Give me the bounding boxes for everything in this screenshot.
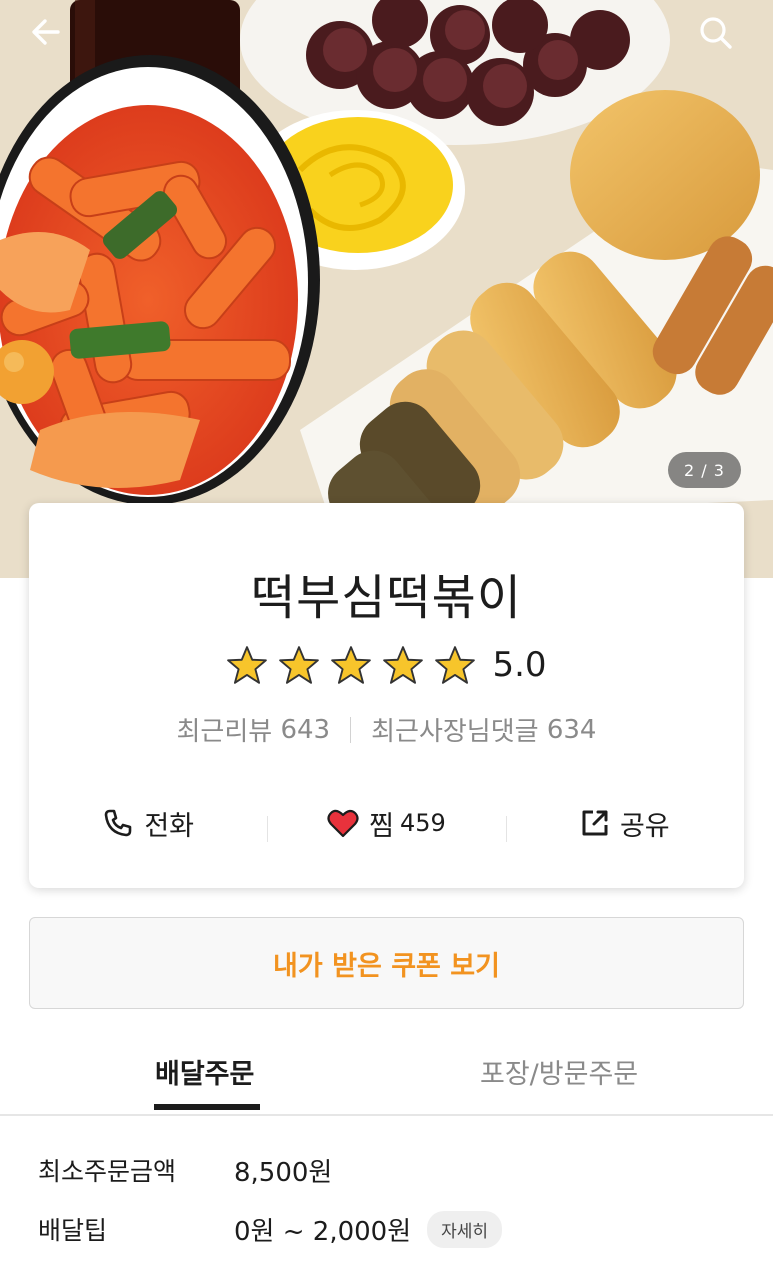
- delivery-tip-label: 배달팁: [38, 1216, 108, 1245]
- divider: [350, 716, 352, 743]
- review-stats[interactable]: 최근리뷰 643 최근사장님댓글 634: [29, 711, 744, 748]
- call-label: 전화: [144, 810, 194, 842]
- store-photo[interactable]: 2 / 3: [0, 0, 773, 578]
- recent-reviews-count: 643: [280, 714, 331, 745]
- min-order-label: 최소주문금액: [38, 1157, 177, 1186]
- heart-icon: [327, 809, 359, 838]
- delivery-tip-detail-button[interactable]: 자세히: [427, 1210, 503, 1248]
- photo-pager-indicator: 2 / 3: [668, 452, 741, 488]
- like-button[interactable]: 찜 459: [267, 804, 505, 843]
- delivery-tip-value: 0원 ~ 2,000원: [234, 1216, 412, 1247]
- call-button[interactable]: 전화: [29, 804, 267, 843]
- back-button[interactable]: [28, 14, 76, 62]
- star-icon: [435, 646, 476, 684]
- search-button[interactable]: [697, 14, 745, 62]
- like-label: 찜: [369, 810, 394, 842]
- rating-row: 5.0: [29, 643, 744, 687]
- rating-value: 5.0: [492, 645, 547, 685]
- recent-reviews-label: 최근리뷰: [176, 717, 273, 747]
- food-photo-illustration: [0, 0, 773, 578]
- star-icon: [331, 646, 372, 684]
- star-icon: [279, 646, 320, 684]
- tab-delivery-order[interactable]: 배달주문: [155, 1052, 254, 1091]
- share-label: 공유: [619, 810, 670, 842]
- tab-pickup-order[interactable]: 포장/방문주문: [480, 1052, 638, 1091]
- share-button[interactable]: 공유: [505, 804, 744, 843]
- view-coupons-button[interactable]: 내가 받은 쿠폰 보기: [29, 917, 744, 1009]
- order-type-tabs: 배달주문 포장/방문주문: [0, 1040, 773, 1116]
- back-arrow-icon: [32, 19, 60, 45]
- active-tab-indicator: [154, 1104, 260, 1110]
- store-info-card: 떡부심떡볶이 5.0 최근리뷰 643 최근사장님댓글 634 전화 찜459: [29, 503, 744, 888]
- search-icon: [700, 17, 732, 49]
- min-order-value: 8,500원: [234, 1157, 333, 1188]
- star-icon: [227, 646, 268, 684]
- phone-icon: [105, 809, 132, 837]
- like-count: 459: [400, 809, 446, 837]
- star-icon: [383, 646, 424, 684]
- delivery-tip-row: 배달팁 0원 ~ 2,000원 자세히: [38, 1209, 503, 1249]
- min-order-row: 최소주문금액 8,500원: [38, 1150, 332, 1190]
- share-icon: [582, 810, 608, 836]
- owner-replies-count: 634: [546, 714, 597, 745]
- store-name: 떡부심떡볶이: [251, 570, 522, 626]
- store-actions: 전화 찜 459 공유: [29, 798, 744, 848]
- owner-replies-label: 최근사장님댓글: [371, 717, 539, 747]
